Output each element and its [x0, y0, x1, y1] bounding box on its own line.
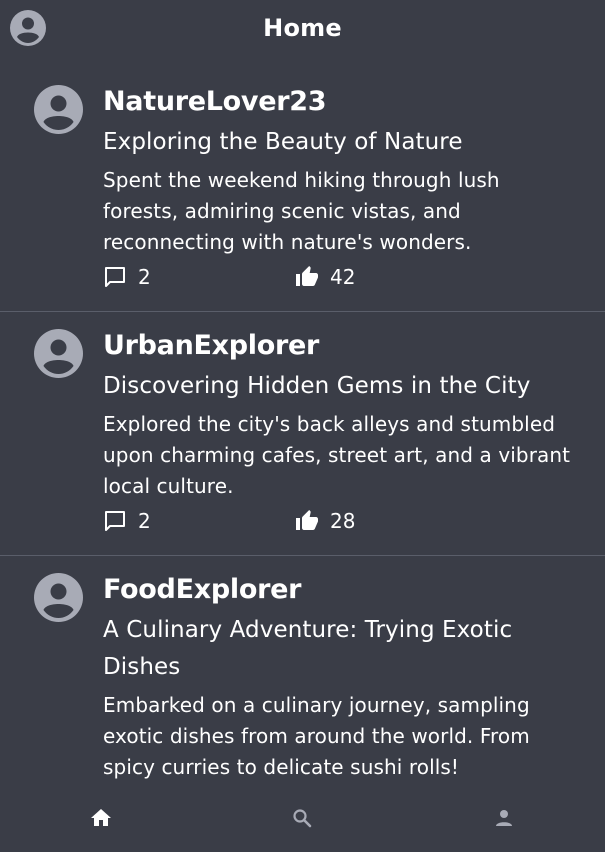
- like-button[interactable]: 42: [295, 263, 355, 291]
- post-title: A Culinary Adventure: Trying Exotic Dish…: [103, 617, 513, 680]
- avatar-icon[interactable]: [34, 85, 83, 134]
- page-title: Home: [263, 14, 342, 42]
- search-icon[interactable]: [290, 806, 314, 830]
- comment-icon: [105, 267, 125, 287]
- post-actions: 2 42: [103, 259, 575, 297]
- comment-button[interactable]: 2: [103, 263, 151, 291]
- app-header: Home: [0, 0, 605, 58]
- bottom-nav: [0, 796, 605, 852]
- like-button[interactable]: 28: [295, 507, 355, 535]
- like-count: 42: [330, 265, 356, 289]
- comment-count: 2: [138, 509, 151, 533]
- post-card[interactable]: UrbanExplorer Discovering Hidden Gems in…: [0, 312, 605, 556]
- post-title: Discovering Hidden Gems in the City: [103, 373, 531, 399]
- thumb-up-icon: [296, 510, 318, 530]
- post-username[interactable]: FoodExplorer: [103, 570, 575, 610]
- post-card[interactable]: NatureLover23 Exploring the Beauty of Na…: [0, 68, 605, 312]
- post-feed: NatureLover23 Exploring the Beauty of Na…: [0, 68, 605, 797]
- home-icon[interactable]: [89, 806, 113, 830]
- comment-button[interactable]: 2: [103, 507, 151, 535]
- post-text: Embarked on a culinary journey, sampling…: [103, 693, 530, 779]
- post-text: Spent the weekend hiking through lush fo…: [103, 168, 500, 254]
- avatar-icon[interactable]: [34, 329, 83, 378]
- comment-icon: [105, 511, 125, 531]
- post-username[interactable]: NatureLover23: [103, 82, 575, 122]
- like-count: 28: [330, 509, 356, 533]
- post-actions: 2 28: [103, 503, 575, 541]
- post-title: Exploring the Beauty of Nature: [103, 129, 463, 155]
- avatar-icon[interactable]: [34, 573, 83, 622]
- comment-count: 2: [138, 265, 151, 289]
- post-text: Explored the city's back alleys and stum…: [103, 412, 571, 498]
- app: Home NatureLover23 Exploring the Beauty …: [0, 0, 605, 852]
- thumb-up-icon: [296, 266, 318, 286]
- person-icon[interactable]: [492, 806, 516, 830]
- post-username[interactable]: UrbanExplorer: [103, 326, 575, 366]
- post-card[interactable]: FoodExplorer A Culinary Adventure: Tryin…: [0, 556, 605, 797]
